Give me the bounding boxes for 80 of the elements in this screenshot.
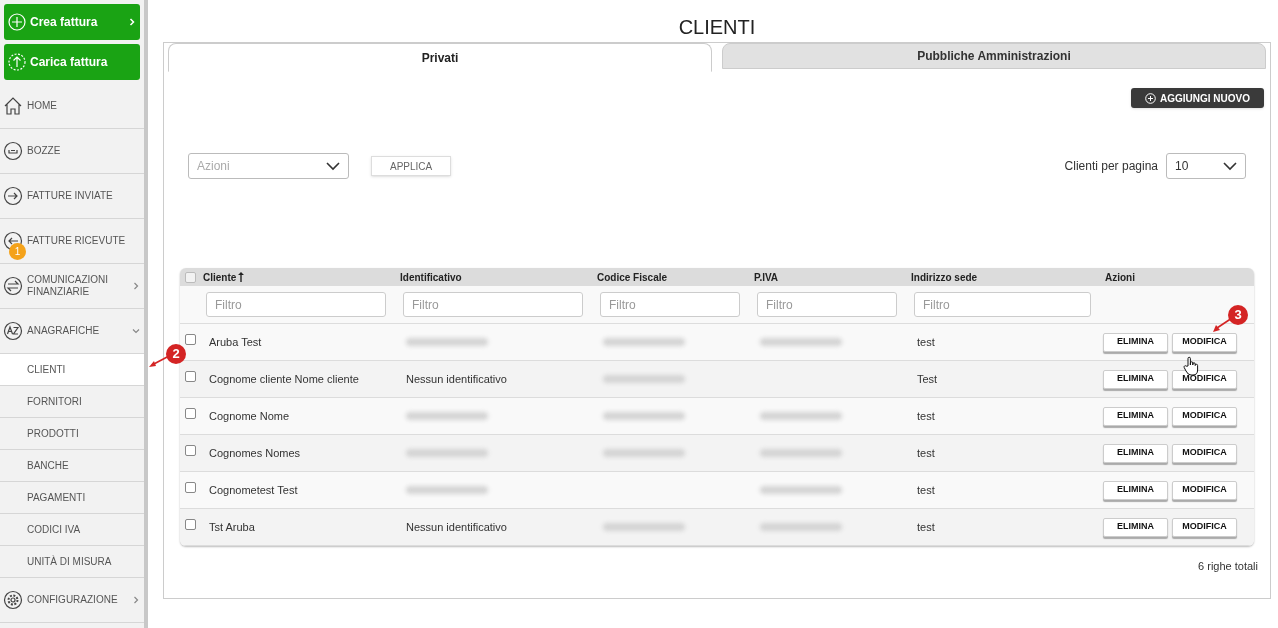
settings-icon [3,590,23,610]
edit-button[interactable]: MODIFICA [1172,443,1237,463]
table-cell: Test [917,372,938,385]
column-header[interactable]: Identificativo [400,269,462,285]
table-cell: test [917,483,935,496]
plus-circle-icon [8,13,26,31]
filter-field[interactable]: Filtro [206,292,386,318]
table-cell: Nessun identificativo [406,372,507,385]
sidebar-subitem[interactable]: PRODOTTI [0,418,144,450]
per-page-dropdown[interactable]: 10 [1166,153,1246,179]
sidebar-item[interactable]: HOME [0,84,144,129]
sidebar-subitem[interactable]: PAGAMENTI [0,482,144,514]
sidebar-item[interactable]: FATTURE INVIATE [0,174,144,219]
table-cell: test [917,446,935,459]
column-header[interactable]: Cliente [203,269,237,285]
per-page-label: Clienti per pagina [1064,158,1158,175]
table-cell: Tst Aruba [209,520,255,533]
upload-circle-icon [8,53,26,71]
swap-circle-icon [3,276,23,296]
row-checkbox[interactable] [185,407,196,419]
table-cell: Cognomes Nomes [209,446,301,459]
sidebar-item[interactable]: CONFIGURAZIONE [0,578,144,623]
sidebar-item[interactable]: BOZZE [0,129,144,174]
plus-circle-icon [1145,92,1156,104]
edit-button[interactable]: MODIFICA [1172,480,1237,500]
delete-button[interactable]: ELIMINA [1103,406,1168,426]
sidebar-subitem[interactable]: BANCHE [0,450,144,482]
table-cell: test [917,520,935,533]
row-checkbox[interactable] [185,333,196,345]
table-cell: Aruba Test [209,335,262,348]
row-checkbox[interactable] [185,481,196,493]
total-rows-label: 6 righe totali [1198,559,1258,574]
column-header[interactable]: Indirizzo sede [911,269,978,285]
apply-button[interactable]: APPLICA [371,156,452,176]
sidebar-subitem[interactable]: CLIENTI [0,354,144,386]
table-cell: Cognometest Test [209,483,298,496]
arrow-right-circle-icon [3,186,23,206]
sidebar-subitem[interactable]: FORNITORI [0,386,144,418]
chevron-right-icon [128,18,136,26]
tray-icon [3,141,23,161]
add-new-button[interactable]: AGGIUNGI NUOVO [1131,88,1264,108]
row-checkbox[interactable] [185,518,196,530]
select-all-checkbox[interactable] [185,271,196,283]
az-icon [3,321,23,341]
delete-button[interactable]: ELIMINA [1103,480,1168,500]
column-header[interactable]: P.IVA [754,269,779,285]
filter-field[interactable]: Filtro [757,292,897,318]
column-header[interactable]: Codice Fiscale [597,269,668,285]
step-marker: 2 [166,344,186,364]
delete-button[interactable]: ELIMINA [1103,443,1168,463]
tab[interactable]: Privati [168,43,712,72]
chevron-down-icon [326,161,340,171]
notification-badge: 1 [9,243,26,260]
table-cell: test [917,335,935,348]
table-cell: Nessun identificativo [406,520,507,533]
house-icon [3,96,23,116]
page-title: CLIENTI [677,15,757,40]
filter-field[interactable]: Filtro [600,292,740,318]
chevron-down-icon [1223,161,1237,171]
edit-button[interactable]: MODIFICA [1172,517,1237,537]
sidebar-subitem[interactable]: CODICI IVA [0,514,144,546]
filter-field[interactable]: Filtro [914,292,1091,318]
table-cell: Cognome Nome [209,409,290,422]
row-checkbox[interactable] [185,444,196,456]
edit-button[interactable]: MODIFICA [1172,406,1237,426]
filter-field[interactable]: Filtro [403,292,583,318]
tab[interactable]: Pubbliche Amministrazioni [722,43,1266,69]
edit-button[interactable]: MODIFICA [1172,332,1237,352]
table-cell: Cognome cliente Nome cliente [209,372,359,385]
table-cell: test [917,409,935,422]
delete-button[interactable]: ELIMINA [1103,369,1168,389]
delete-button[interactable]: ELIMINA [1103,332,1168,352]
row-checkbox[interactable] [185,370,196,382]
column-header[interactable]: Azioni [1105,269,1135,285]
sidebar-item[interactable]: FATTURE RICEVUTE 1 [0,219,144,264]
pointer-arrow [148,354,170,368]
sidebar-item[interactable]: COMUNICAZIONI FINANZIARIE [0,264,144,309]
sidebar-subitem[interactable]: UNITÀ DI MISURA [0,546,144,578]
edit-button[interactable]: MODIFICA [1172,369,1237,389]
delete-button[interactable]: ELIMINA [1103,517,1168,537]
